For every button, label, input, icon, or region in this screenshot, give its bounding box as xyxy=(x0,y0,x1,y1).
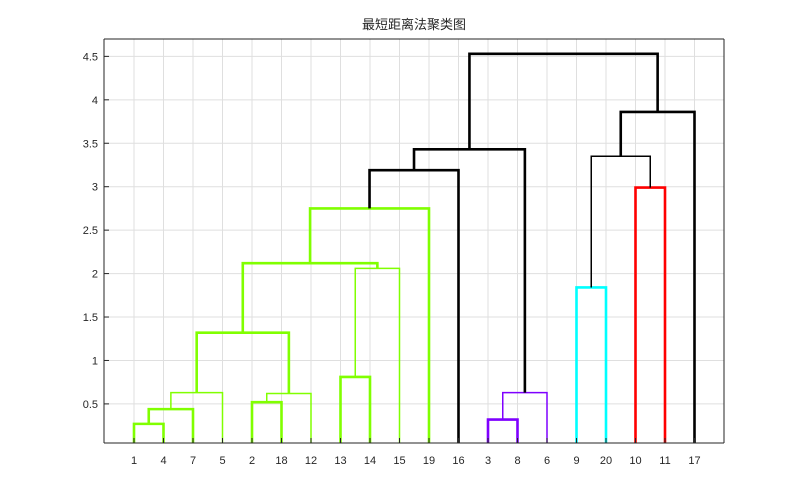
x-tick-label: 8 xyxy=(514,455,520,467)
dendrogram-chart: 0.511.522.533.544.51 4 7 5 2 18 12 13 14 15 19 16 3 8… xyxy=(83,17,725,467)
x-tick-label: 12 xyxy=(305,455,317,467)
y-tick-label: 2.5 xyxy=(83,225,98,237)
y-tick-label: 4.5 xyxy=(83,51,98,63)
y-tick-label: 3.5 xyxy=(83,138,98,150)
x-tick-label: 10 xyxy=(629,455,641,467)
x-tick-label: 5 xyxy=(219,455,225,467)
x-tick-label: 16 xyxy=(452,455,464,467)
x-tick-label: 6 xyxy=(544,455,550,467)
x-tick-label: 19 xyxy=(423,455,435,467)
x-tick-label: 4 xyxy=(160,455,166,467)
x-tick-label: 11 xyxy=(659,455,670,467)
x-tick-label: 13 xyxy=(334,455,346,467)
x-tick-label: 14 xyxy=(364,455,376,467)
x-tick-label: 9 xyxy=(573,455,579,467)
x-tick-label: 17 xyxy=(688,455,700,467)
y-tick-label: 0.5 xyxy=(83,399,98,411)
y-tick-label: 4 xyxy=(92,95,98,107)
chart-title: 最短距离法聚类图 xyxy=(362,17,466,33)
x-tick-label: 1 xyxy=(131,455,137,467)
y-tick-label: 2 xyxy=(92,269,98,281)
y-tick-label: 1.5 xyxy=(83,312,98,324)
x-tick-label: 7 xyxy=(190,455,196,467)
x-tick-label: 20 xyxy=(600,455,612,467)
y-tick-label: 3 xyxy=(92,182,98,194)
x-tick-label: 15 xyxy=(393,455,405,467)
x-tick-label: 2 xyxy=(249,455,255,467)
x-tick-label: 18 xyxy=(275,455,287,467)
x-tick-label: 3 xyxy=(485,455,491,467)
y-tick-label: 1 xyxy=(92,355,98,367)
